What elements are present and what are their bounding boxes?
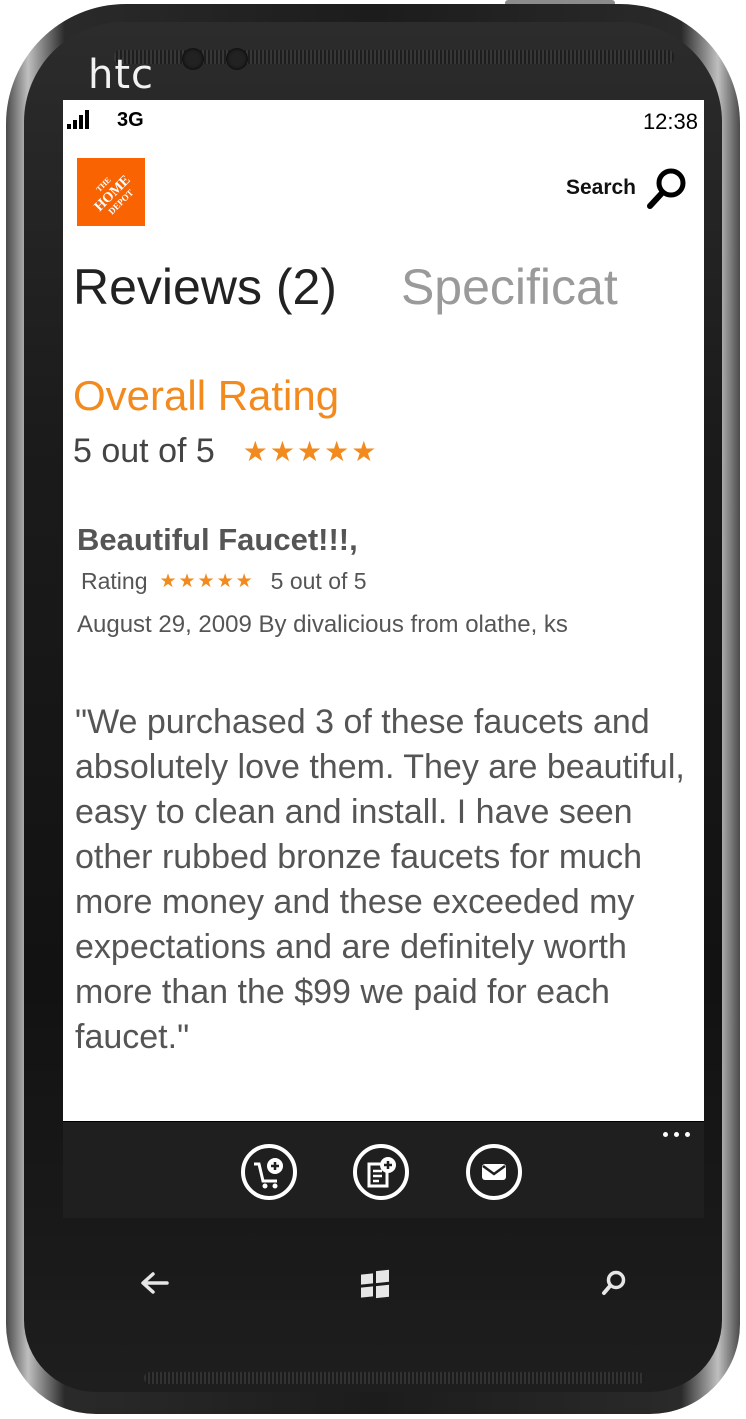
- signal-strength-icon: [67, 110, 89, 129]
- review-body: "We purchased 3 of these faucets and abs…: [75, 703, 685, 1056]
- search-label: Search: [565, 176, 636, 199]
- home-depot-logo[interactable]: THE HOME DEPOT: [77, 158, 145, 226]
- status-bar: 3G 12:38: [63, 100, 704, 140]
- add-to-cart-button[interactable]: [241, 1144, 297, 1200]
- review-stars-icon: ★★★★★: [159, 571, 255, 592]
- start-button[interactable]: [355, 1263, 395, 1303]
- front-camera: [182, 48, 204, 70]
- more-dot: [685, 1132, 690, 1137]
- back-arrow-icon: [141, 1272, 169, 1294]
- review-rating-text: 5 out of 5: [270, 568, 367, 594]
- bottom-grill: [144, 1372, 644, 1384]
- email-button[interactable]: [466, 1144, 522, 1200]
- back-button[interactable]: [134, 1263, 174, 1303]
- search-button[interactable]: Search: [566, 166, 688, 210]
- list-add-icon: [367, 1157, 396, 1188]
- mail-icon: [482, 1164, 506, 1180]
- search-icon: [602, 1270, 626, 1295]
- review-rating-row: Rating ★★★★★ 5 out of 5: [81, 568, 367, 595]
- network-type: 3G: [117, 109, 144, 131]
- pivot-header: Reviews (2) Specificat: [73, 258, 618, 316]
- add-to-list-button[interactable]: [353, 1144, 409, 1200]
- cart-add-icon: [254, 1158, 283, 1189]
- proximity-sensor: [226, 48, 248, 70]
- application-bar: [63, 1121, 704, 1218]
- status-time: 12:38: [642, 109, 698, 134]
- more-dot: [663, 1132, 668, 1137]
- more-dot: [674, 1132, 679, 1137]
- tab-reviews[interactable]: Reviews (2): [73, 259, 337, 315]
- overall-score-text: 5 out of 5: [73, 432, 215, 470]
- hardware-search-button[interactable]: [594, 1263, 634, 1303]
- overall-stars-icon: ★★★★★: [242, 436, 379, 467]
- tab-specifications[interactable]: Specificat: [401, 259, 618, 315]
- logo-mark-icon: THE HOME DEPOT: [77, 158, 145, 226]
- more-options-button[interactable]: [663, 1132, 690, 1137]
- device-brand: htc: [88, 52, 155, 98]
- overall-rating-heading: Overall Rating: [73, 372, 340, 419]
- review-title: Beautiful Faucet!!!,: [77, 522, 358, 557]
- phone-frame: htc 3G 12:38 THE HOME DEPOT Search Revie…: [0, 0, 746, 1419]
- screen: 3G 12:38 THE HOME DEPOT Search Reviews (…: [63, 100, 704, 1218]
- search-icon: [647, 168, 686, 209]
- review-meta: August 29, 2009 By divalicious from olat…: [77, 611, 568, 638]
- review-rating-label: Rating: [81, 568, 148, 594]
- windows-logo-icon: [361, 1269, 389, 1299]
- overall-rating-row: 5 out of 5 ★★★★★: [73, 432, 378, 471]
